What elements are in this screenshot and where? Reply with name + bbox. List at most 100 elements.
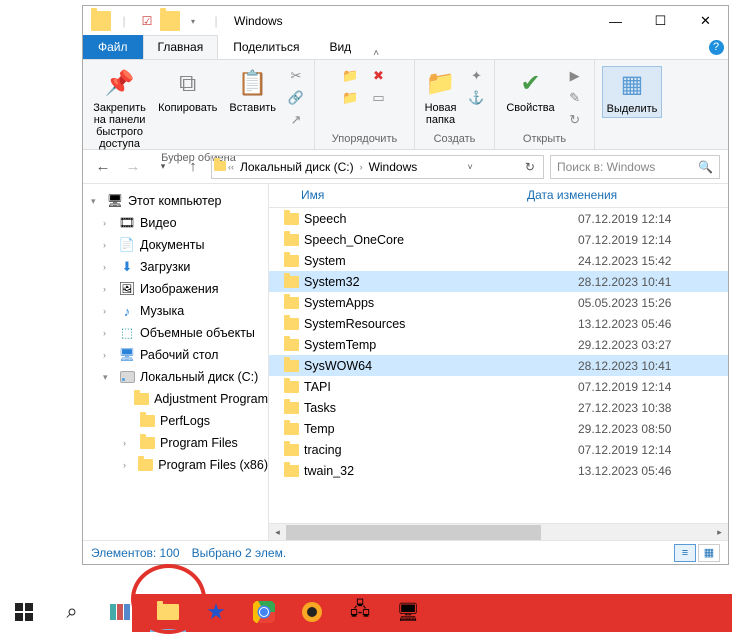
delete-icon: ✖ <box>371 68 387 84</box>
minimize-button[interactable]: — <box>593 6 638 36</box>
file-name: tracing <box>304 443 578 457</box>
back-button[interactable]: ← <box>91 155 115 179</box>
explorer-window: | ☑ ▾ | Windows — ☐ ✕ Файл Главная Подел… <box>82 5 729 565</box>
tree-music[interactable]: ›♪Музыка <box>83 300 268 322</box>
tab-home[interactable]: Главная <box>143 35 219 59</box>
file-row[interactable]: SystemApps05.05.2023 15:26 <box>269 292 728 313</box>
paste-button[interactable]: 📋 Вставить <box>225 66 280 116</box>
history-button[interactable]: ↻ <box>563 110 587 130</box>
address-bar[interactable]: ‹‹ Локальный диск (C:) › Windows ˅ ↻ <box>211 155 544 179</box>
horizontal-scrollbar[interactable]: ◂ ▸ <box>269 523 728 540</box>
file-row[interactable]: twain_3213.12.2023 05:46 <box>269 460 728 481</box>
document-icon: 📄 <box>119 237 135 253</box>
search-button[interactable]: ⌕ <box>48 592 96 632</box>
open-button[interactable]: ▶ <box>563 66 587 86</box>
new-folder-button[interactable]: 📁 Новая папка <box>421 66 461 128</box>
cut-button[interactable]: ✂ <box>284 66 308 86</box>
tree-perflogs[interactable]: PerfLogs <box>83 410 268 432</box>
qat-dropdown-icon[interactable]: ▾ <box>183 11 203 31</box>
tree-this-pc[interactable]: ▾🖥Этот компьютер <box>83 190 268 212</box>
ribbon-collapse-icon[interactable]: ˄ <box>366 48 386 59</box>
col-name[interactable]: Имя <box>269 184 519 207</box>
scroll-right-icon[interactable]: ▸ <box>711 524 728 540</box>
scroll-left-icon[interactable]: ◂ <box>269 524 286 540</box>
file-row[interactable]: tracing07.12.2019 12:14 <box>269 439 728 460</box>
app-remote-button[interactable]: 🖥 <box>384 592 432 632</box>
tab-share[interactable]: Поделиться <box>218 35 314 59</box>
breadcrumb-windows[interactable]: Windows <box>365 160 422 174</box>
new-item-button[interactable]: ✦ <box>465 66 489 86</box>
tree-program-files[interactable]: ›Program Files <box>83 432 268 454</box>
file-row[interactable]: Temp29.12.2023 08:50 <box>269 418 728 439</box>
properties-button[interactable]: ✔ Свойства <box>502 66 558 116</box>
qat-folder-icon[interactable] <box>160 11 180 31</box>
file-date: 28.12.2023 10:41 <box>578 275 728 289</box>
forward-button[interactable]: → <box>121 155 145 179</box>
icons-view-button[interactable]: ▦ <box>698 544 720 562</box>
up-button[interactable]: ↑ <box>181 155 205 179</box>
start-button[interactable] <box>0 592 48 632</box>
tab-view[interactable]: Вид <box>314 35 366 59</box>
tree-local-disk[interactable]: ▾Локальный диск (C:) <box>83 366 268 388</box>
qat-checkbox-icon[interactable]: ☑ <box>137 11 157 31</box>
tree-downloads[interactable]: ›⬇Загрузки <box>83 256 268 278</box>
file-row[interactable]: Tasks27.12.2023 10:38 <box>269 397 728 418</box>
tree-documents[interactable]: ›📄Документы <box>83 234 268 256</box>
search-input[interactable]: Поиск в: Windows 🔍 <box>550 155 720 179</box>
move-to-button[interactable]: 📁 <box>339 66 363 86</box>
breadcrumb-disk[interactable]: Локальный диск (C:) <box>236 160 358 174</box>
tab-file[interactable]: Файл <box>83 35 143 59</box>
tree-program-files-x86[interactable]: ›Program Files (x86) <box>83 454 268 476</box>
close-button[interactable]: ✕ <box>683 6 728 36</box>
file-row[interactable]: System24.12.2023 15:42 <box>269 250 728 271</box>
help-button[interactable]: ? <box>704 35 728 59</box>
refresh-button[interactable]: ↻ <box>519 160 541 174</box>
copy-to-button[interactable]: 📁 <box>339 88 363 108</box>
file-name: twain_32 <box>304 464 578 478</box>
select-button[interactable]: ▦ Выделить <box>602 66 663 118</box>
aimp-button[interactable] <box>288 592 336 632</box>
copy-button[interactable]: ⧉ Копировать <box>154 66 221 116</box>
app-network-button[interactable]: 🖧 <box>336 592 384 632</box>
app-star-button[interactable]: ★ <box>192 592 240 632</box>
file-row[interactable]: SystemTemp29.12.2023 03:27 <box>269 334 728 355</box>
file-row[interactable]: Speech07.12.2019 12:14 <box>269 208 728 229</box>
tree-3d-objects[interactable]: ›⬚Объемные объекты <box>83 322 268 344</box>
file-row[interactable]: SystemResources13.12.2023 05:46 <box>269 313 728 334</box>
tree-desktop[interactable]: ›🖥Рабочий стол <box>83 344 268 366</box>
video-icon: 🎞 <box>119 215 135 231</box>
chrome-button[interactable] <box>240 592 288 632</box>
address-dropdown-icon[interactable]: ˅ <box>461 162 478 172</box>
task-view-button[interactable] <box>96 592 144 632</box>
file-date: 13.12.2023 05:46 <box>578 464 728 478</box>
paste-shortcut-button[interactable]: ↗ <box>284 110 308 130</box>
download-icon: ⬇ <box>119 259 135 275</box>
file-date: 07.12.2019 12:14 <box>578 212 728 226</box>
file-name: SysWOW64 <box>304 359 578 373</box>
file-name: SystemApps <box>304 296 578 310</box>
delete-button[interactable]: ✖ <box>367 66 391 86</box>
chevron-right-icon[interactable]: › <box>358 162 365 172</box>
details-view-button[interactable]: ≡ <box>674 544 696 562</box>
col-date[interactable]: Дата изменения <box>519 184 626 207</box>
rename-button[interactable]: ▭ <box>367 88 391 108</box>
qat-separator: | <box>206 11 226 31</box>
file-row[interactable]: SysWOW6428.12.2023 10:41 <box>269 355 728 376</box>
maximize-button[interactable]: ☐ <box>638 6 683 36</box>
titlebar: | ☑ ▾ | Windows — ☐ ✕ <box>83 6 728 36</box>
edit-button[interactable]: ✎ <box>563 88 587 108</box>
folder-icon <box>134 391 149 407</box>
copy-path-button[interactable]: 🔗 <box>284 88 308 108</box>
file-row[interactable]: System3228.12.2023 10:41 <box>269 271 728 292</box>
recent-dropdown[interactable]: ▾ <box>151 155 175 179</box>
explorer-taskbar-button[interactable] <box>144 592 192 632</box>
tree-videos[interactable]: ›🎞Видео <box>83 212 268 234</box>
file-row[interactable]: TAPI07.12.2019 12:14 <box>269 376 728 397</box>
file-row[interactable]: Speech_OneCore07.12.2019 12:14 <box>269 229 728 250</box>
chevron-right-icon[interactable]: ‹‹ <box>226 162 236 172</box>
pin-button[interactable]: 📌 Закрепить на панели быстрого доступа <box>89 66 150 152</box>
file-date: 07.12.2019 12:14 <box>578 233 728 247</box>
tree-adjustment-program[interactable]: Adjustment Program <box>83 388 268 410</box>
tree-pictures[interactable]: ›🖼Изображения <box>83 278 268 300</box>
easy-access-button[interactable]: ⚓ <box>465 88 489 108</box>
